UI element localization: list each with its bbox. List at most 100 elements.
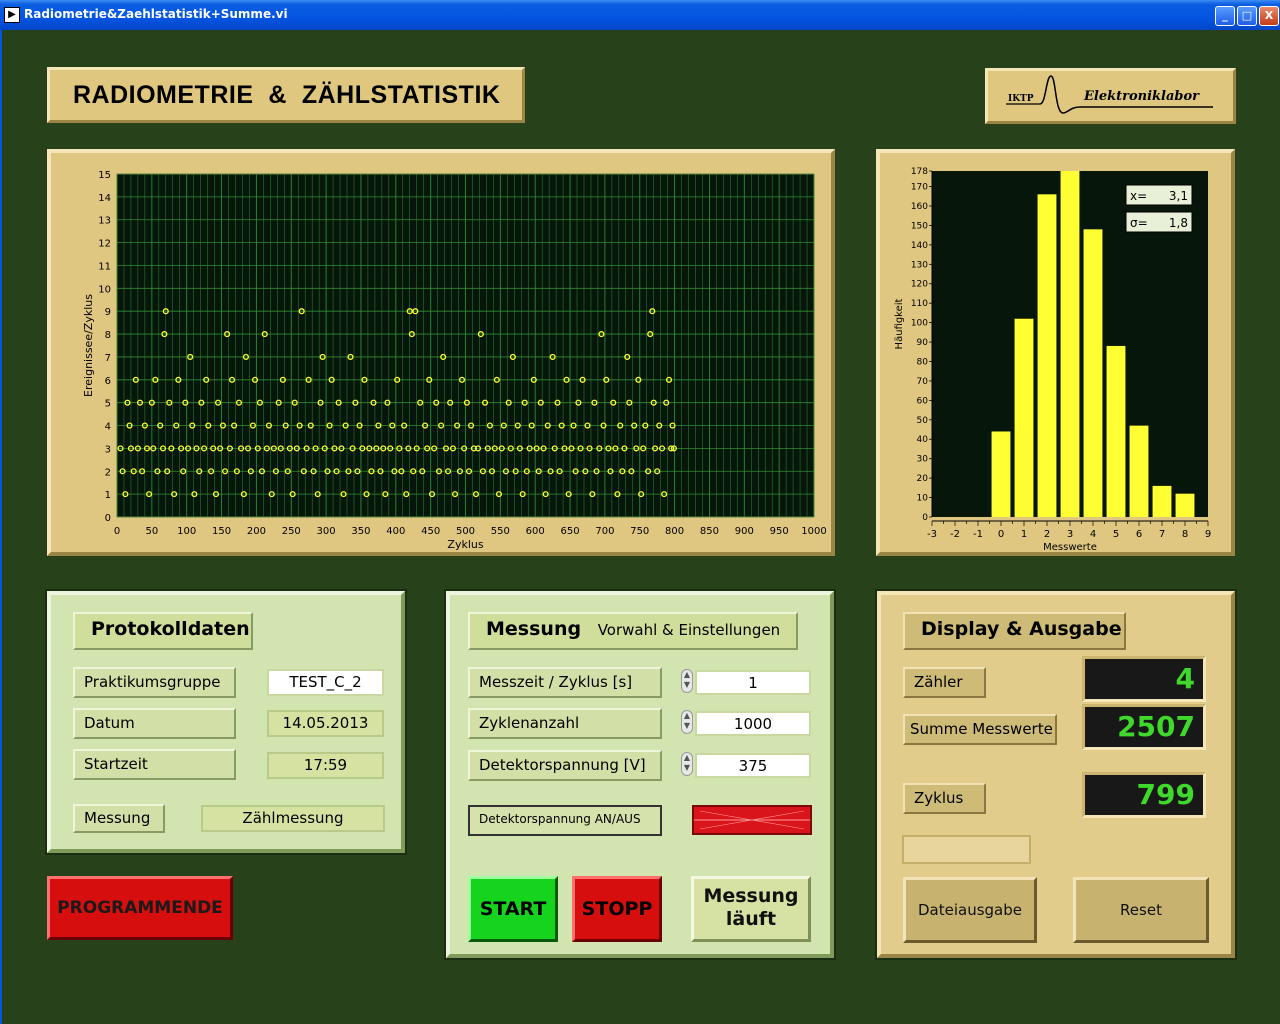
window-title: Radiometrie&Zaehlstatistik+Summe.vi: [24, 7, 288, 21]
stopp-button[interactable]: STOPP: [572, 876, 662, 942]
histogram-chart: 0102030405060708090100110120130140150160…: [894, 167, 1211, 552]
detektor-input[interactable]: 375: [695, 753, 811, 778]
display-panel: Display & Ausgabe Zähler 4 Summe Messwer…: [875, 589, 1237, 960]
window-left-edge: [0, 30, 2, 1024]
scatter-x-tick-label: 250: [282, 526, 301, 537]
reset-button[interactable]: Reset: [1073, 877, 1209, 943]
datum-value: 14.05.2013: [267, 710, 384, 737]
scatter-x-tick-label: 450: [421, 526, 440, 537]
close-button[interactable]: X: [1259, 6, 1279, 26]
zaehler-display: 4: [1082, 656, 1206, 702]
histogram-bar: [1175, 493, 1195, 517]
messung-subtitle: Vorwahl & Einstellungen: [597, 621, 781, 639]
histogram-y-tick-label: 70: [917, 377, 929, 387]
histogram-y-tick-label: 150: [911, 221, 928, 231]
maximize-button[interactable]: □: [1237, 6, 1257, 26]
programmende-button[interactable]: PROGRAMMENDE: [47, 876, 233, 940]
scatter-x-tick-label: 750: [630, 526, 649, 537]
histogram-x-tick-label: 2: [1044, 529, 1050, 540]
scatter-y-tick-label: 8: [105, 330, 111, 341]
scatter-x-tick-label: 0: [114, 526, 120, 537]
protokoll-title: Protokolldaten: [73, 612, 253, 650]
messzeit-input[interactable]: 1: [695, 670, 811, 695]
histogram-bar: [1037, 194, 1057, 517]
anaus-label: Detektorspannung AN/AUS: [468, 805, 662, 836]
histogram-y-tick-label: 40: [917, 435, 929, 445]
zyklus-label: Zyklus: [903, 783, 986, 814]
histogram-y-tick-label: 160: [911, 202, 928, 212]
start-button[interactable]: START: [468, 876, 558, 942]
histogram-y-tick-label: 140: [911, 241, 928, 251]
scatter-x-tick-label: 150: [212, 526, 231, 537]
histogram-y-tick-label: 10: [917, 494, 929, 504]
scatter-x-tick-label: 500: [456, 526, 475, 537]
histogram-y-tick-label: 170: [911, 183, 928, 193]
histogram-y-tick-label: 178: [911, 167, 928, 177]
dateiausgabe-button[interactable]: Dateiausgabe: [903, 877, 1037, 943]
scatter-x-tick-label: 650: [561, 526, 580, 537]
scatter-x-tick-label: 950: [770, 526, 789, 537]
messzeit-spinner[interactable]: ▲ ▼: [681, 669, 693, 693]
minimize-button[interactable]: _: [1215, 6, 1235, 26]
gruppe-field[interactable]: TEST_C_2: [267, 669, 384, 696]
zyklen-input[interactable]: 1000: [695, 711, 811, 736]
histogram-y-tick-label: 60: [917, 396, 929, 406]
histogram-y-tick-label: 100: [911, 319, 928, 329]
histogram-bar: [1129, 425, 1149, 517]
messung-type-value: Zählmessung: [201, 805, 385, 832]
histogram-y-tick-label: 110: [911, 299, 928, 309]
scatter-x-tick-label: 850: [700, 526, 719, 537]
window-titlebar: ▶ Radiometrie&Zaehlstatistik+Summe.vi _ …: [0, 0, 1280, 30]
messung-label: Messung: [73, 804, 165, 833]
scatter-chart-panel: 0 1 2 3 4 5 6 7 8 9 10 11 12 13 14 15 0 50 100 150 200 250 300…: [47, 149, 835, 556]
scatter-x-tick-label: 400: [386, 526, 405, 537]
histogram-x-tick-label: 7: [1159, 529, 1165, 540]
zyklen-spinner[interactable]: ▲ ▼: [681, 710, 693, 734]
detektor-label: Detektorspannung [V]: [468, 750, 662, 781]
messung-laeuft-indicator: Messung läuft: [691, 876, 811, 942]
scatter-x-tick-label: 550: [491, 526, 510, 537]
histogram-x-axis-label: Messwerte: [1043, 542, 1097, 552]
histogram-bar: [1060, 171, 1080, 517]
scatter-y-tick-label: 6: [105, 376, 111, 387]
scatter-y-tick-label: 13: [98, 216, 111, 227]
histogram-y-tick-label: 20: [917, 474, 929, 484]
detektor-spinner[interactable]: ▲ ▼: [681, 752, 693, 776]
scatter-y-tick-label: 15: [98, 170, 111, 181]
histogram-y-tick-label: 120: [911, 280, 928, 290]
histogram-y-axis-label: Häufigkeit: [894, 298, 905, 349]
histogram-bar: [1083, 229, 1103, 517]
histogram-bar: [1152, 485, 1172, 517]
startzeit-label: Startzeit: [73, 749, 236, 780]
labview-app-icon[interactable]: ▶: [4, 7, 20, 23]
histogram-y-tick-label: 50: [917, 416, 929, 426]
logo-graphic: IKTP Elektroniklabor: [1006, 75, 1213, 114]
scatter-x-tick-label: 350: [351, 526, 370, 537]
scatter-x-tick-label: 200: [247, 526, 266, 537]
detektor-toggle-switch[interactable]: [692, 805, 812, 835]
scatter-y-tick-label: 7: [105, 353, 111, 364]
scatter-x-tick-label: 50: [145, 526, 158, 537]
histogram-y-tick-label: 130: [911, 260, 928, 270]
gruppe-label: Praktikumsgruppe: [73, 667, 236, 698]
histogram-x-tick-label: -2: [950, 529, 960, 540]
histogram-x-tick-label: 3: [1067, 529, 1073, 540]
scatter-y-tick-label: 9: [105, 307, 111, 318]
app-title: RADIOMETRIE & ZÄHLSTATISTIK: [47, 67, 525, 123]
summe-label: Summe Messwerte: [903, 714, 1057, 745]
histogram-bar: [1014, 318, 1034, 517]
histogram-mean-label: x=: [1130, 189, 1147, 203]
toggle-pattern-icon: [694, 810, 810, 830]
scatter-y-tick-label: 0: [105, 513, 111, 524]
scatter-y-tick-label: 10: [98, 284, 111, 295]
histogram-x-tick-label: 8: [1182, 529, 1188, 540]
display-title: Display & Ausgabe: [903, 612, 1126, 650]
scatter-y-tick-label: 1: [105, 490, 111, 501]
scatter-x-tick-label: 900: [735, 526, 754, 537]
histogram-sigma-value: 1,8: [1169, 216, 1188, 230]
histogram-x-tick-label: 9: [1205, 529, 1211, 540]
progress-indicator: [902, 835, 1031, 864]
histogram-y-tick-label: 80: [917, 357, 929, 367]
scatter-y-tick-label: 11: [98, 261, 111, 272]
histogram-mean-value: 3,1: [1169, 189, 1188, 203]
